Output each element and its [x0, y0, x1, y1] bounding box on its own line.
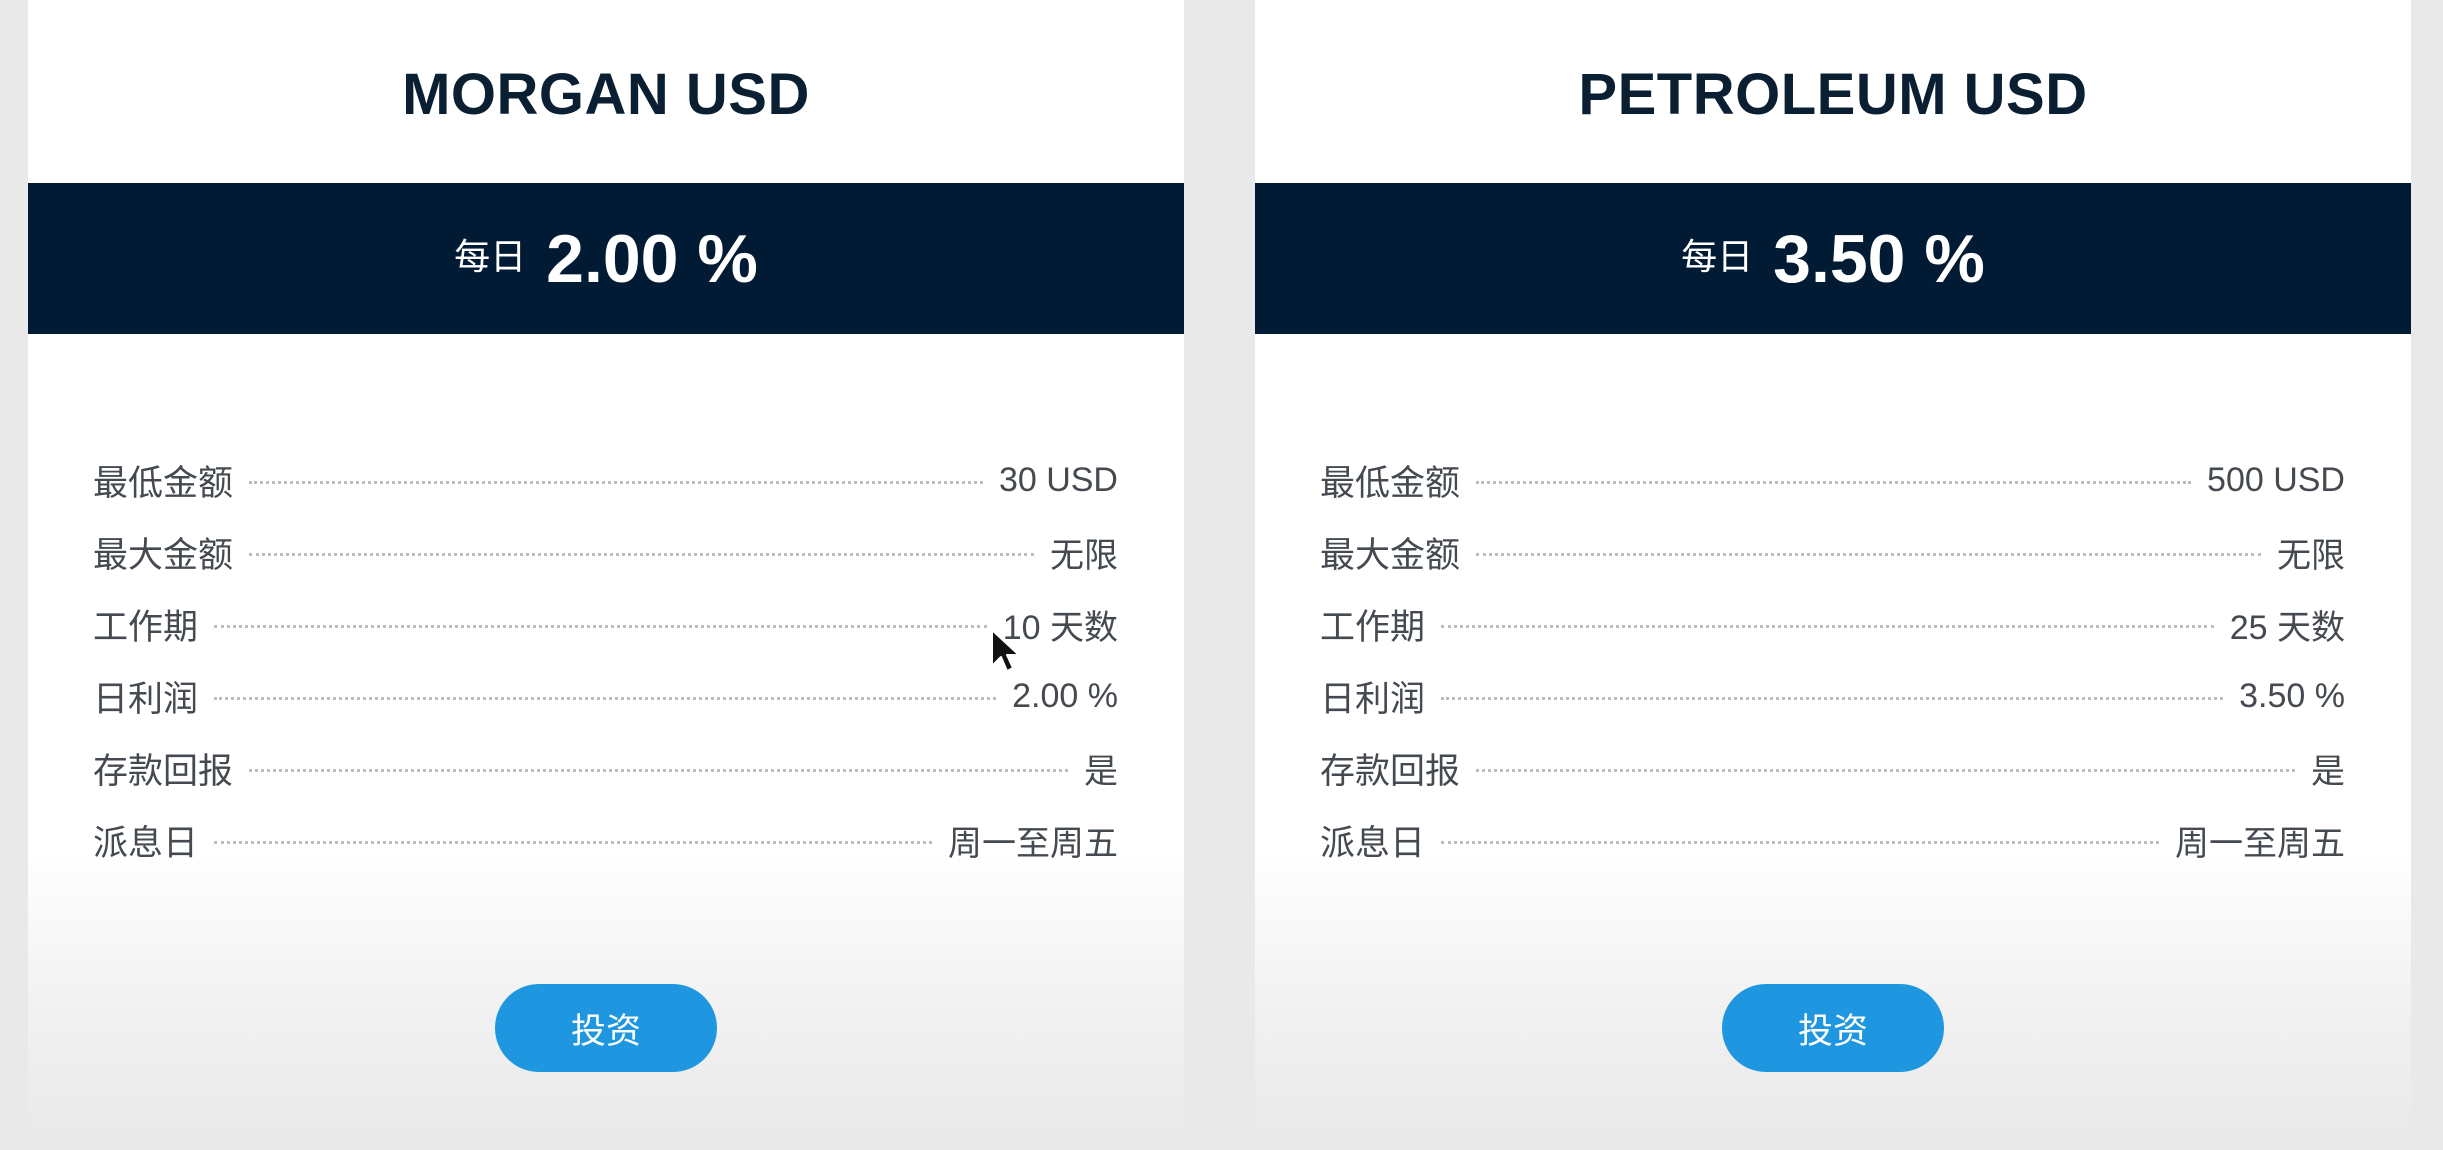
detail-label: 存款回报: [93, 751, 234, 791]
detail-label: 工作期: [93, 607, 199, 647]
detail-value: 30 USD: [998, 460, 1118, 499]
detail-value: 3.50 %: [2239, 676, 2345, 715]
dotted-leader: [214, 624, 987, 628]
dotted-leader: [1476, 480, 2192, 484]
plan-title: PETROLEUM USD: [1578, 62, 2088, 127]
rate-prefix: 每日: [454, 235, 527, 277]
detail-label: 派息日: [1320, 823, 1426, 863]
plan-title: MORGAN USD: [402, 62, 810, 127]
detail-value: 500 USD: [2207, 460, 2345, 499]
dotted-leader: [1441, 624, 2214, 628]
dotted-leader: [214, 696, 997, 700]
detail-value: 周一至周五: [2175, 824, 2345, 863]
mouse-pointer-icon: [991, 629, 1020, 672]
dotted-leader: [249, 552, 1034, 556]
daily-rate-value: 3.50 %: [1773, 220, 1985, 297]
dotted-leader: [1476, 768, 2295, 772]
dotted-leader: [249, 768, 1068, 772]
dotted-leader: [1441, 840, 2159, 844]
rate-prefix: 每日: [1681, 235, 1754, 277]
dotted-leader: [249, 480, 983, 484]
plan-card-morgan-usd: MORGAN USD 每日 2.00 % 最低金额 30 USD 最大金额 无限…: [28, 0, 1184, 1140]
detail-row-max-amount: 最大金额 无限: [1320, 516, 2345, 588]
detail-value: 2.00 %: [1012, 676, 1118, 715]
invest-button[interactable]: 投资: [1722, 984, 1944, 1072]
investment-plans: MORGAN USD 每日 2.00 % 最低金额 30 USD 最大金额 无限…: [0, 0, 2443, 1150]
detail-label: 工作期: [1320, 607, 1426, 647]
detail-row-payout-days: 派息日 周一至周五: [1320, 804, 2345, 876]
detail-row-deposit-return: 存款回报 是: [1320, 732, 2345, 804]
detail-row-deposit-return: 存款回报 是: [93, 732, 1118, 804]
detail-row-max-amount: 最大金额 无限: [93, 516, 1118, 588]
detail-label: 最大金额: [93, 535, 234, 575]
detail-value: 无限: [2277, 536, 2345, 575]
invest-button[interactable]: 投资: [495, 984, 717, 1072]
daily-rate-banner: 每日 2.00 %: [28, 183, 1184, 334]
detail-row-daily-profit: 日利润 2.00 %: [93, 660, 1118, 732]
detail-value: 无限: [1050, 536, 1118, 575]
detail-value: 周一至周五: [948, 824, 1118, 863]
detail-label: 最低金额: [93, 463, 234, 503]
dotted-leader: [1441, 696, 2224, 700]
detail-label: 日利润: [93, 679, 199, 719]
detail-label: 最低金额: [1320, 463, 1461, 503]
detail-row-min-amount: 最低金额 500 USD: [1320, 444, 2345, 516]
detail-label: 存款回报: [1320, 751, 1461, 791]
plan-details-list: 最低金额 30 USD 最大金额 无限 工作期 10 天数 日利润 2.00 %…: [93, 444, 1118, 876]
detail-label: 派息日: [93, 823, 199, 863]
detail-row-min-amount: 最低金额 30 USD: [93, 444, 1118, 516]
detail-label: 最大金额: [1320, 535, 1461, 575]
detail-value: 25 天数: [2229, 608, 2345, 647]
plan-details-list: 最低金额 500 USD 最大金额 无限 工作期 25 天数 日利润 3.50 …: [1320, 444, 2345, 876]
daily-rate-banner: 每日 3.50 %: [1255, 183, 2411, 334]
dotted-leader: [1476, 552, 2261, 556]
detail-row-payout-days: 派息日 周一至周五: [93, 804, 1118, 876]
detail-row-daily-profit: 日利润 3.50 %: [1320, 660, 2345, 732]
detail-value: 是: [1084, 752, 1118, 791]
detail-label: 日利润: [1320, 679, 1426, 719]
daily-rate-value: 2.00 %: [546, 220, 758, 297]
plan-card-petroleum-usd: PETROLEUM USD 每日 3.50 % 最低金额 500 USD 最大金…: [1255, 0, 2411, 1140]
detail-row-term: 工作期 25 天数: [1320, 588, 2345, 660]
dotted-leader: [214, 840, 932, 844]
detail-value: 是: [2311, 752, 2345, 791]
detail-row-term: 工作期 10 天数: [93, 588, 1118, 660]
